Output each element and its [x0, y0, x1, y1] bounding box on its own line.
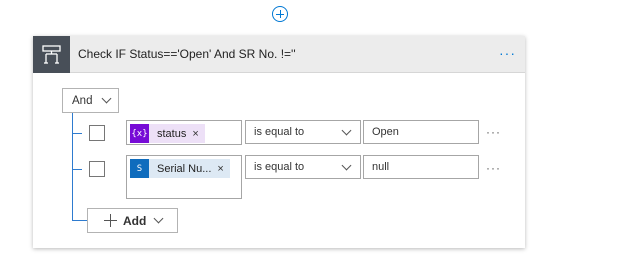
more-options-icon[interactable]: ··· — [499, 46, 516, 60]
token-label: Serial Nu... — [157, 162, 212, 175]
row-checkbox[interactable] — [89, 161, 105, 177]
condition-card: Check IF Status=='Open' And SR No. !='' … — [33, 36, 525, 248]
dynamic-content-token[interactable]: {x} status × — [130, 124, 205, 143]
tree-line-vertical — [72, 113, 73, 220]
operator-label: is equal to — [254, 126, 305, 138]
row-more-options-icon[interactable]: ··· — [486, 161, 501, 175]
sharepoint-icon: S — [130, 159, 149, 178]
tree-line-row-1 — [72, 133, 82, 134]
add-button-label: Add — [123, 214, 147, 228]
chevron-down-icon — [153, 213, 164, 224]
chevron-down-icon — [341, 125, 352, 136]
row-more-options-icon[interactable]: ··· — [486, 125, 501, 139]
plus-icon — [104, 214, 117, 227]
tree-line-row-2 — [72, 169, 82, 170]
operator-dropdown[interactable]: is equal to — [245, 155, 361, 179]
condition-right-operand[interactable]: null — [363, 155, 479, 179]
remove-token-icon[interactable]: × — [217, 163, 229, 175]
group-operator-dropdown[interactable]: And — [62, 88, 119, 113]
operator-dropdown[interactable]: is equal to — [245, 120, 361, 144]
group-operator-label: And — [72, 95, 93, 107]
operand-value: Open — [372, 126, 399, 138]
condition-icon — [33, 36, 70, 73]
row-checkbox[interactable] — [89, 125, 105, 141]
chevron-down-icon — [101, 93, 112, 104]
chevron-down-icon — [341, 160, 352, 171]
condition-right-operand[interactable]: Open — [363, 120, 479, 144]
condition-left-operand[interactable]: {x} status × — [126, 120, 242, 145]
remove-token-icon[interactable]: × — [192, 128, 204, 140]
variable-icon: {x} — [130, 124, 149, 143]
step-title[interactable]: Check IF Status=='Open' And SR No. !='' — [78, 47, 296, 61]
insert-step-icon[interactable] — [272, 6, 288, 22]
add-condition-button[interactable]: Add — [87, 208, 178, 233]
operator-label: is equal to — [254, 161, 305, 173]
dynamic-content-token[interactable]: S Serial Nu... × — [130, 159, 230, 178]
operand-value: null — [372, 161, 390, 173]
condition-left-operand[interactable]: S Serial Nu... × — [126, 155, 242, 199]
card-header[interactable]: Check IF Status=='Open' And SR No. !='' … — [33, 36, 525, 73]
token-label: status — [157, 127, 187, 140]
tree-line-add — [72, 220, 87, 221]
